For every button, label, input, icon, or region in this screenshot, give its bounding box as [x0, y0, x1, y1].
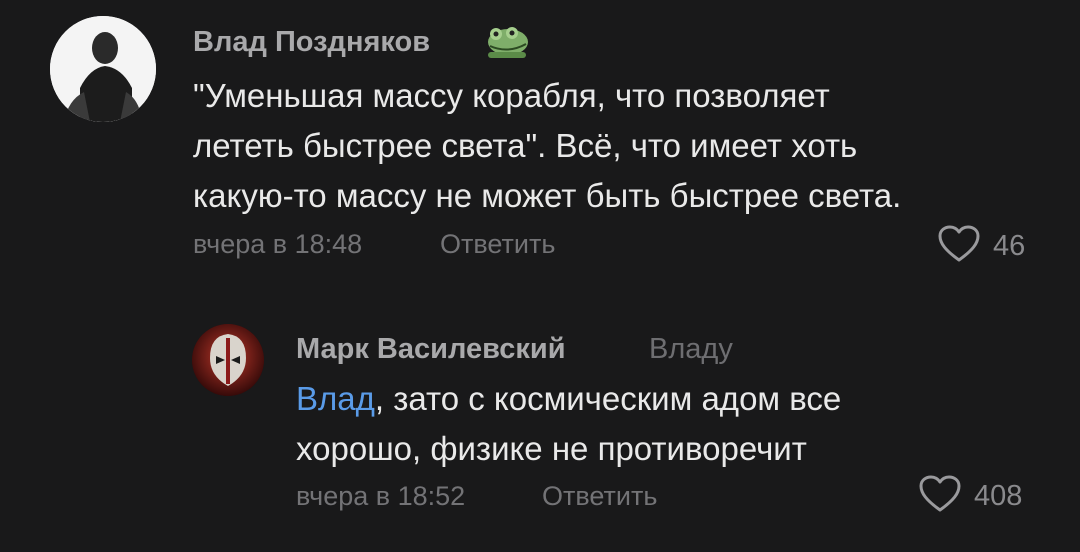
comment-text: "Уменьшая массу корабля, что позволяет л… — [193, 71, 901, 221]
like-count: 408 — [974, 480, 1023, 512]
comment-2: Марк Василевский Владу Влад, зато с косм… — [0, 300, 1080, 552]
comment-text-line: лететь быстрее света". Всё, что имеет хо… — [193, 127, 858, 164]
avatar-mark[interactable] — [192, 324, 264, 396]
reply-button[interactable]: Ответить — [542, 481, 657, 512]
comment-text-fragment: , зато с космическим адом все — [374, 380, 842, 417]
comment-author[interactable]: Марк Василевский — [296, 333, 566, 366]
comment-text-line: хорошо, физике не противоречит — [296, 430, 807, 467]
frog-sticker-icon — [482, 24, 530, 62]
like-button[interactable]: 408 — [918, 474, 1022, 519]
author-name-vlad[interactable]: Влад Поздняков — [193, 26, 430, 58]
reply-button[interactable]: Ответить — [440, 229, 555, 260]
heart-icon — [937, 224, 981, 269]
comment-timestamp: вчера в 18:48 — [193, 229, 363, 259]
comment-text-line: Влад, зато с космическим адом все — [296, 374, 841, 424]
comment-text: Влад, зато с космическим адом все хорошо… — [296, 374, 841, 474]
comment-author[interactable]: Влад Поздняков — [193, 26, 430, 59]
comment-text-line: какую-то массу не может быть быстрее све… — [193, 177, 902, 214]
comment-text-line: "Уменьшая массу корабля, что позволяет — [193, 77, 830, 114]
like-count: 46 — [993, 230, 1026, 262]
comment-timestamp: вчера в 18:52 — [296, 481, 466, 511]
heart-icon — [918, 474, 962, 519]
like-button[interactable]: 46 — [937, 224, 1025, 269]
avatar-vlad[interactable] — [50, 16, 156, 122]
reply-to-label[interactable]: Владу — [649, 333, 733, 366]
comment-1: Влад Поздняков "Уменьшая массу корабля, … — [0, 0, 1080, 280]
mention-link[interactable]: Влад — [296, 380, 375, 417]
